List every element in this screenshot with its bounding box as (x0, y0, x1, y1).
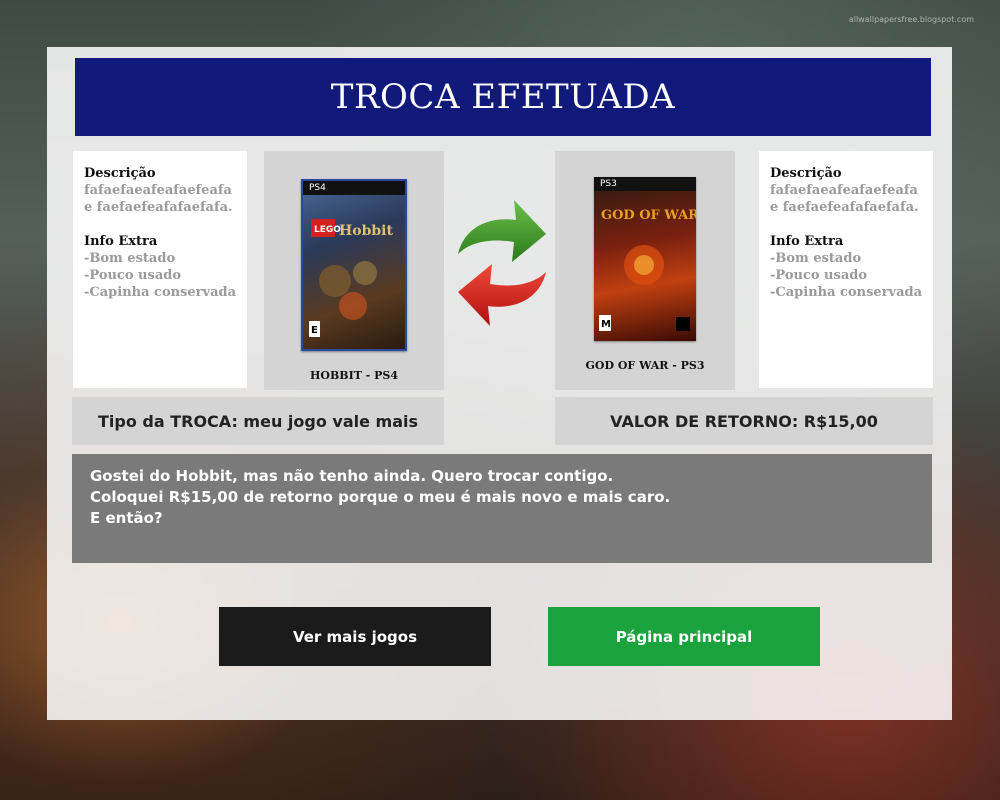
right-extra-label: Info Extra (770, 234, 844, 249)
left-desc-text: fafaefaeafeafaefeafae faefaefeafafaefafa… (84, 183, 233, 215)
page-title: TROCA EFETUADA (75, 58, 931, 136)
left-game-card[interactable]: PS4 LEGO Hobbit E HOBBIT - PS4 (264, 151, 444, 390)
trade-message: Gostei do Hobbit, mas não tenho ainda. Q… (72, 454, 932, 563)
message-line: E então? (90, 509, 163, 527)
right-game-card[interactable]: PS3 GOD OF WAR M GOD OF WAR - PS3 (555, 151, 735, 390)
right-extra-item: -Capinha conservada (770, 285, 923, 300)
home-page-button[interactable]: Página principal (548, 607, 820, 666)
left-extra-item: -Capinha conservada (84, 285, 237, 300)
trade-type-label: Tipo da TROCA: meu jogo vale mais (72, 397, 444, 445)
hobbit-cover-art: LEGO Hobbit E (309, 219, 393, 337)
svg-text:GOD OF WAR: GOD OF WAR (601, 208, 696, 223)
svg-text:LEGO: LEGO (314, 225, 341, 235)
left-extra-item: -Pouco usado (84, 268, 182, 283)
left-desc-label: Descrição (84, 166, 156, 181)
left-info-box: Descrição fafaefaeafeafaefeafae faefaefe… (73, 151, 247, 388)
right-extra-item: -Pouco usado (770, 268, 868, 283)
hobbit-cover-image: PS4 LEGO Hobbit E (301, 179, 407, 351)
right-desc-text: fafaefaeafeafaefeafae faefaefeafafaefafa… (770, 183, 919, 215)
god-of-war-cover-image: PS3 GOD OF WAR M (594, 177, 696, 341)
more-games-button[interactable]: Ver mais jogos (219, 607, 491, 666)
svg-text:Hobbit: Hobbit (339, 223, 393, 239)
right-info-box: Descrição fafaefaeafeafaefeafae faefaefe… (759, 151, 933, 388)
message-line: Gostei do Hobbit, mas não tenho ainda. Q… (90, 467, 614, 485)
wallpaper-watermark: allwallpapersfree.blogspot.com (848, 15, 974, 24)
right-desc-label: Descrição (770, 166, 842, 181)
right-extra-item: -Bom estado (770, 251, 862, 266)
god-of-war-cover-art: GOD OF WAR M (599, 208, 696, 331)
swap-arrows-icon (458, 200, 546, 326)
svg-text:M: M (601, 319, 611, 330)
left-game-name: HOBBIT - PS4 (310, 369, 398, 382)
message-line: Coloquei R$15,00 de retorno porque o meu… (90, 488, 671, 506)
left-extra-label: Info Extra (84, 234, 158, 249)
trade-panel: TROCA EFETUADA Descrição fafaefaeafeafae… (47, 47, 952, 720)
svg-text:E: E (311, 325, 318, 336)
right-game-name: GOD OF WAR - PS3 (585, 359, 705, 372)
return-value-label: VALOR DE RETORNO: R$15,00 (555, 397, 933, 445)
left-extra-item: -Bom estado (84, 251, 176, 266)
